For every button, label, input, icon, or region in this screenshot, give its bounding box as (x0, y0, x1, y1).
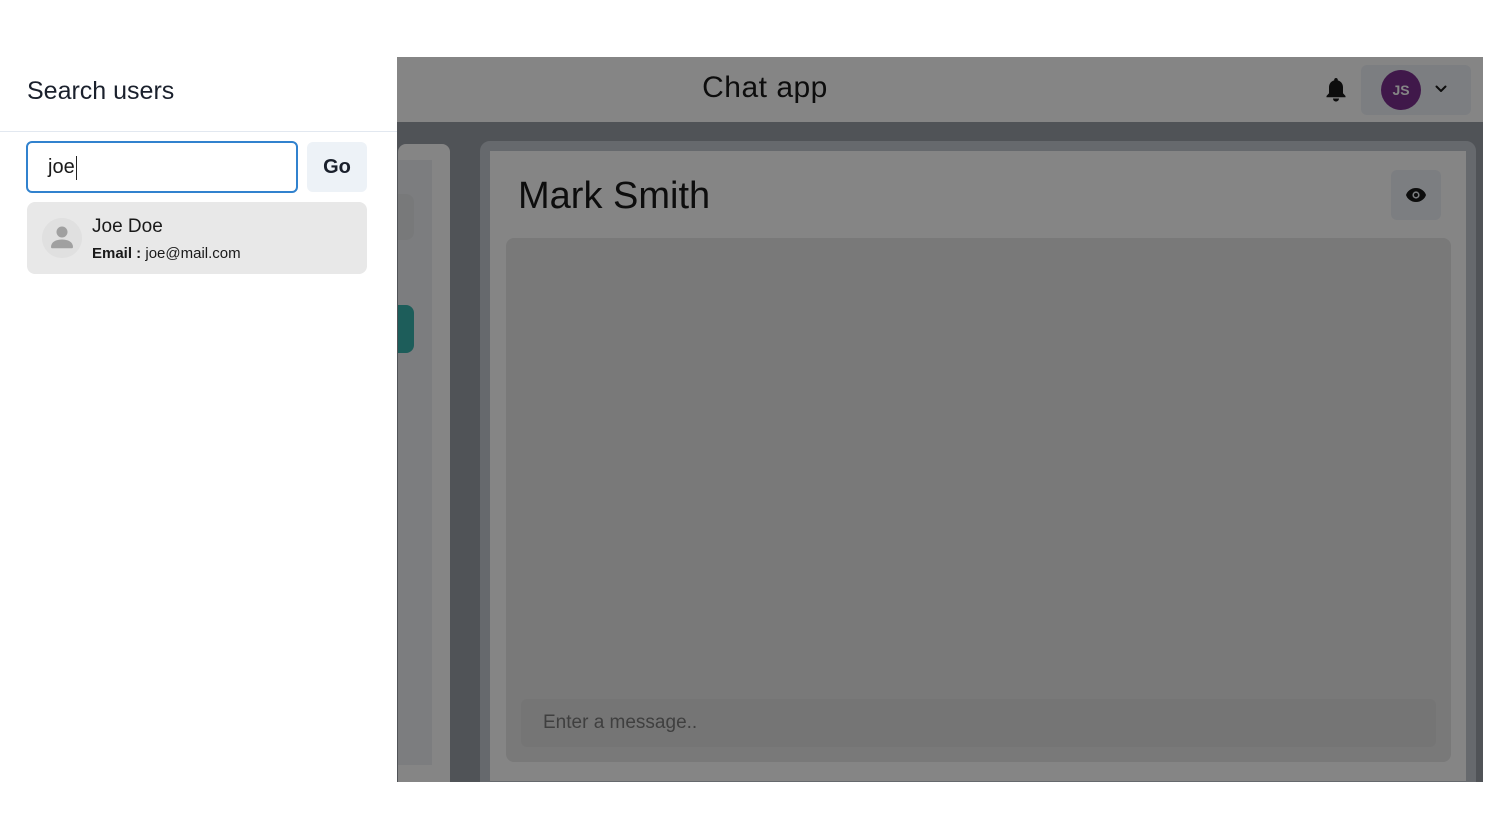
search-input-value: joe (48, 156, 75, 178)
result-user-name: Joe Doe (92, 216, 163, 237)
go-button[interactable]: Go (307, 142, 367, 192)
email-label: Email : (92, 245, 142, 262)
drawer-title: Search users (27, 77, 175, 105)
search-result-item[interactable]: Joe Doe Email : joe@mail.com (27, 202, 367, 274)
email-value: joe@mail.com (145, 245, 241, 262)
search-drawer: Search users joe Go Joe Doe Email : joe@… (0, 57, 397, 838)
user-avatar-icon (42, 218, 82, 258)
text-caret (75, 155, 77, 180)
drawer-divider (0, 131, 397, 132)
result-user-email: Email : joe@mail.com (92, 245, 241, 262)
search-input[interactable]: joe (26, 141, 298, 193)
